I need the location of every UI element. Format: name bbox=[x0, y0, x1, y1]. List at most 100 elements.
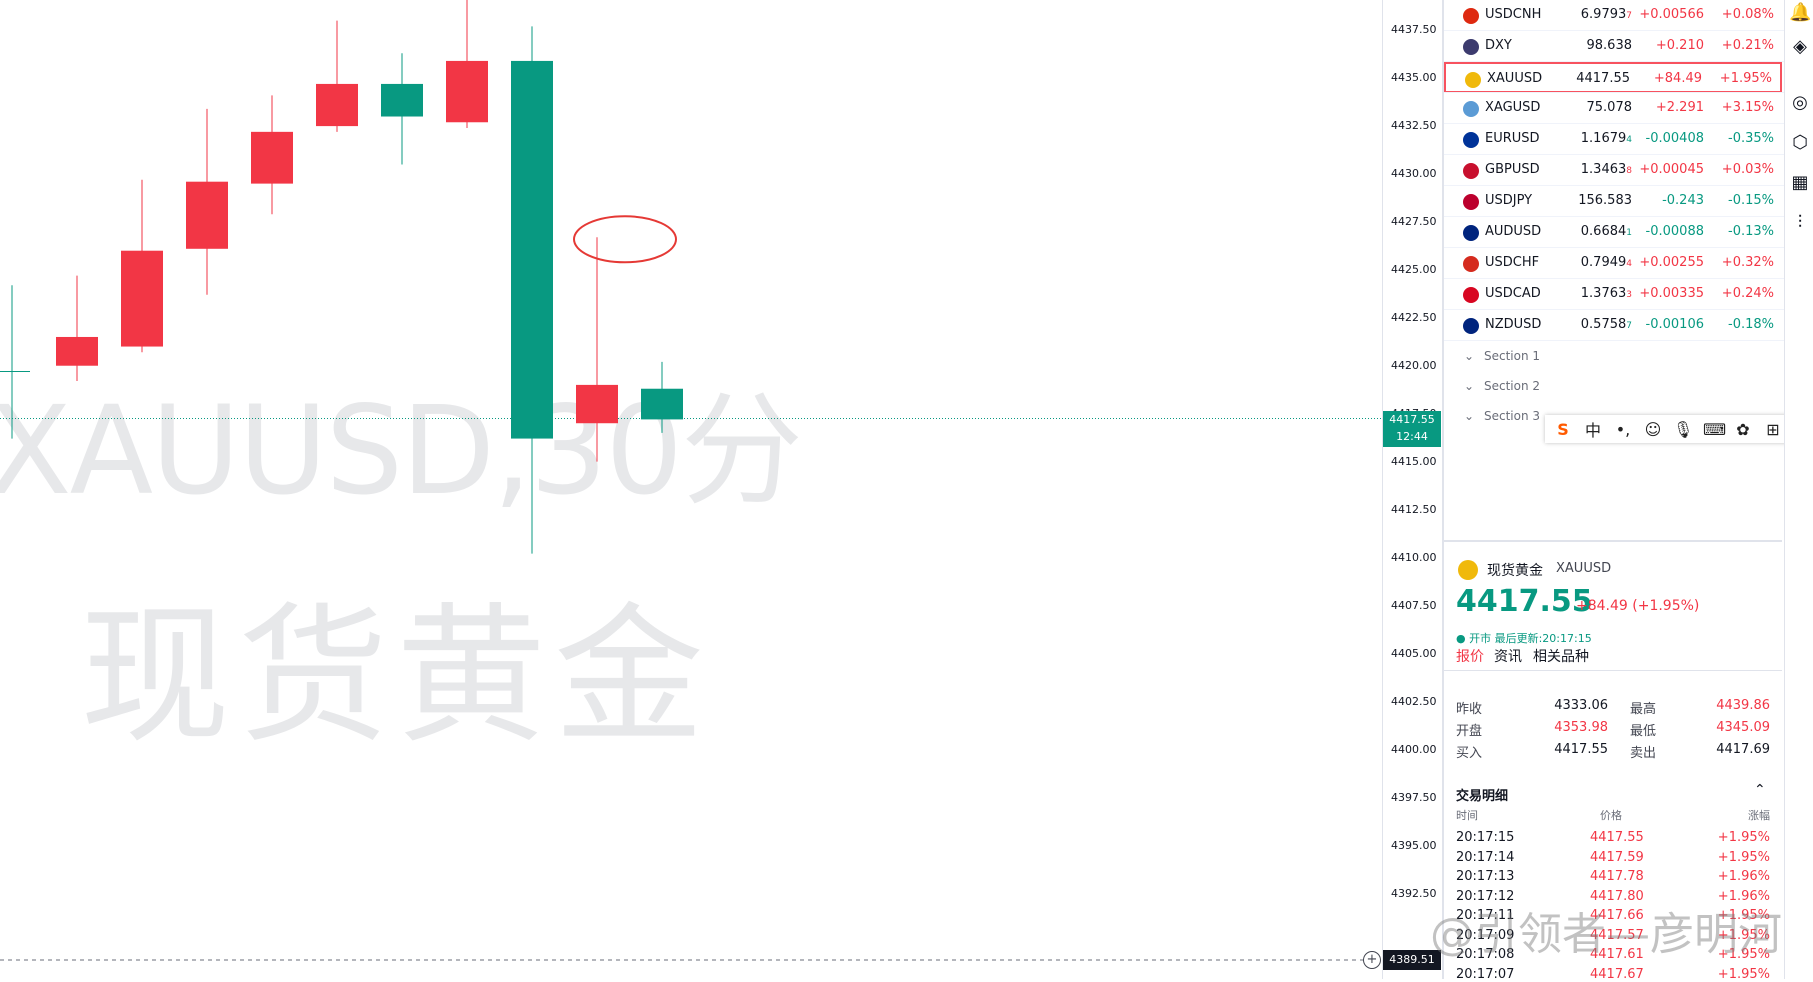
watchlist-section[interactable]: ⌄ Section 1 bbox=[1464, 349, 1540, 363]
detail-price: 4417.55 bbox=[1456, 584, 1593, 619]
trade-time: 20:17:15 bbox=[1456, 830, 1515, 845]
tab-quote[interactable]: 报价 bbox=[1456, 646, 1484, 666]
ime-button[interactable]: ⊞ bbox=[1763, 420, 1783, 439]
watchlist-last: 98.638 bbox=[1586, 38, 1633, 53]
ime-toolbar[interactable]: S中•,☺🎙⌨✿⊞👕 bbox=[1545, 415, 1813, 443]
watchlist-section[interactable]: ⌄ Section 2 bbox=[1464, 379, 1540, 393]
price-tick-label: 4420.00 bbox=[1391, 359, 1437, 372]
high-label: 最高 bbox=[1630, 702, 1657, 717]
candle-body bbox=[186, 181, 228, 249]
price-axis[interactable]: 4437.50 4435.00 4432.50 4430.00 4427.50 4425.… bbox=[1382, 0, 1443, 979]
chart-area[interactable]: XAUUSD,30分 现货黄金 bbox=[0, 0, 1382, 979]
ime-button[interactable]: ⌨ bbox=[1703, 420, 1726, 439]
flag-icon bbox=[1463, 287, 1479, 303]
watchlist-change: -0.00106 bbox=[1645, 317, 1704, 332]
watchlist-change-pct: +0.21% bbox=[1721, 38, 1774, 53]
trades-header-time: 时间 bbox=[1456, 809, 1478, 822]
chart-icon[interactable]: ⫶ bbox=[1789, 212, 1811, 234]
price-tick-label: 4437.50 bbox=[1391, 23, 1437, 36]
price-tick-label: 4397.50 bbox=[1391, 791, 1437, 804]
watchlist-change: +0.00566 bbox=[1639, 7, 1704, 22]
add-alert-icon[interactable]: + bbox=[1363, 951, 1381, 969]
price-tick-label: 4400.00 bbox=[1391, 743, 1437, 756]
watchlist-symbol: USDCHF bbox=[1485, 255, 1540, 270]
trade-pct: +1.96% bbox=[1717, 869, 1770, 884]
price-tick-label: 4410.00 bbox=[1391, 551, 1437, 564]
watchlist-last: 156.583 bbox=[1578, 193, 1632, 208]
watchlist-row-usdcad[interactable]: USDCAD 1.37633 +0.00335 +0.24% bbox=[1444, 279, 1782, 310]
ime-button[interactable]: ☺ bbox=[1643, 420, 1663, 439]
ime-button[interactable]: •, bbox=[1613, 420, 1633, 439]
watchlist-section[interactable]: ⌄ Section 3 bbox=[1464, 409, 1540, 423]
watchlist-row-usdcnh[interactable]: USDCNH 6.97937 +0.00566 +0.08% bbox=[1444, 0, 1782, 31]
watchlist-row-eurusd[interactable]: EURUSD 1.16794 -0.00408 -0.35% bbox=[1444, 124, 1782, 155]
open-value: 4353.98 bbox=[1554, 720, 1608, 735]
watchlist-last: 4417.55 bbox=[1576, 71, 1630, 86]
watchlist-symbol: NZDUSD bbox=[1485, 317, 1542, 332]
high-value: 4439.86 bbox=[1716, 698, 1770, 713]
watchlist-row-audusd[interactable]: AUDUSD 0.66841 -0.00088 -0.13% bbox=[1444, 217, 1782, 248]
watchlist-symbol: XAGUSD bbox=[1485, 100, 1541, 115]
trade-time: 20:17:07 bbox=[1456, 966, 1515, 982]
stack-icon[interactable]: ⬡ bbox=[1789, 132, 1811, 154]
watchlist-row-gbpusd[interactable]: GBPUSD 1.34638 +0.00045 +0.03% bbox=[1444, 155, 1782, 186]
ime-button[interactable]: ✿ bbox=[1733, 420, 1753, 439]
candle-body bbox=[446, 60, 488, 123]
bid-label: 买入 bbox=[1456, 746, 1483, 761]
watchlist-last: 75.078 bbox=[1586, 100, 1633, 115]
trade-price: 4417.59 bbox=[1590, 849, 1644, 865]
prev-close-label: 昨收 bbox=[1456, 702, 1483, 717]
price-tick-label: 4402.50 bbox=[1391, 695, 1437, 708]
open-label: 开盘 bbox=[1456, 724, 1483, 739]
watchlist-row-usdjpy[interactable]: USDJPY 156.583 -0.243 -0.15% bbox=[1444, 186, 1782, 217]
flag-icon bbox=[1463, 132, 1479, 148]
low-label: 最低 bbox=[1630, 724, 1657, 739]
watchlist-change: +2.291 bbox=[1655, 100, 1704, 115]
trade-pct: +1.95% bbox=[1717, 830, 1770, 845]
watchlist-row-nzdusd[interactable]: NZDUSD 0.57587 -0.00106 -0.18% bbox=[1444, 310, 1782, 341]
watchlist-symbol: EURUSD bbox=[1485, 131, 1540, 146]
ime-button[interactable]: 中 bbox=[1583, 417, 1603, 441]
ime-button[interactable]: S bbox=[1553, 420, 1573, 439]
collapse-icon[interactable]: ⌃ bbox=[1754, 782, 1766, 798]
last-price-value: 4417.55 bbox=[1389, 413, 1435, 426]
candlestick-chart[interactable] bbox=[0, 0, 1382, 979]
tab-related[interactable]: 相关品种 bbox=[1533, 646, 1589, 666]
calendar-icon[interactable]: ▦ bbox=[1789, 172, 1811, 194]
watchlist-last: 1.34638 bbox=[1580, 162, 1632, 177]
watchlist-last: 0.57587 bbox=[1580, 317, 1632, 332]
section-label: Section 3 bbox=[1484, 409, 1541, 423]
watchlist-row-xauusd[interactable]: XAUUSD 4417.55 +84.49 +1.95% bbox=[1444, 62, 1782, 93]
watchlist-row-dxy[interactable]: DXY 98.638 +0.210 +0.21% bbox=[1444, 31, 1782, 62]
watchlist-symbol: XAUUSD bbox=[1487, 71, 1543, 86]
trade-time: 20:17:14 bbox=[1456, 849, 1515, 865]
price-tick-label: 4425.00 bbox=[1391, 263, 1437, 276]
bell-icon[interactable]: 🔔 bbox=[1789, 2, 1811, 24]
watchlist-last: 1.37633 bbox=[1580, 286, 1632, 301]
price-tick-label: 4407.50 bbox=[1391, 599, 1437, 612]
watchlist-change: +84.49 bbox=[1653, 71, 1702, 86]
target-icon[interactable]: ◎ bbox=[1789, 92, 1811, 114]
watchlist-last: 0.79494 bbox=[1580, 255, 1632, 270]
flag-icon bbox=[1463, 101, 1479, 117]
price-tick-label: 4415.00 bbox=[1391, 455, 1437, 468]
section-label: Section 2 bbox=[1484, 379, 1541, 393]
trades-header-pct: 涨幅 bbox=[1748, 809, 1770, 822]
watchlist-row-usdchf[interactable]: USDCHF 0.79494 +0.00255 +0.32% bbox=[1444, 248, 1782, 279]
flag-icon bbox=[1463, 318, 1479, 334]
price-tick-label: 4435.00 bbox=[1391, 71, 1437, 84]
watchlist-change-pct: +0.24% bbox=[1721, 286, 1774, 301]
price-tick-label: 4405.00 bbox=[1391, 647, 1437, 660]
detail-change: +84.49 (+1.95%) bbox=[1576, 598, 1700, 614]
trade-time: 20:17:13 bbox=[1456, 869, 1515, 884]
watchlist-row-xagusd[interactable]: XAGUSD 75.078 +2.291 +3.15% bbox=[1444, 93, 1782, 124]
price-tick-label: 4422.50 bbox=[1391, 311, 1437, 324]
ime-button[interactable]: 🎙 bbox=[1673, 420, 1693, 439]
price-tick-label: 4430.00 bbox=[1391, 167, 1437, 180]
watchlist-symbol: USDCNH bbox=[1485, 7, 1542, 22]
tab-news[interactable]: 资讯 bbox=[1494, 646, 1522, 666]
chevron-down-icon: ⌄ bbox=[1464, 349, 1475, 363]
layers-icon[interactable]: ◈ bbox=[1789, 36, 1811, 58]
detail-symbol-name: 现货黄金 bbox=[1487, 563, 1543, 579]
watchlist-last-pip: 7 bbox=[1626, 11, 1632, 21]
